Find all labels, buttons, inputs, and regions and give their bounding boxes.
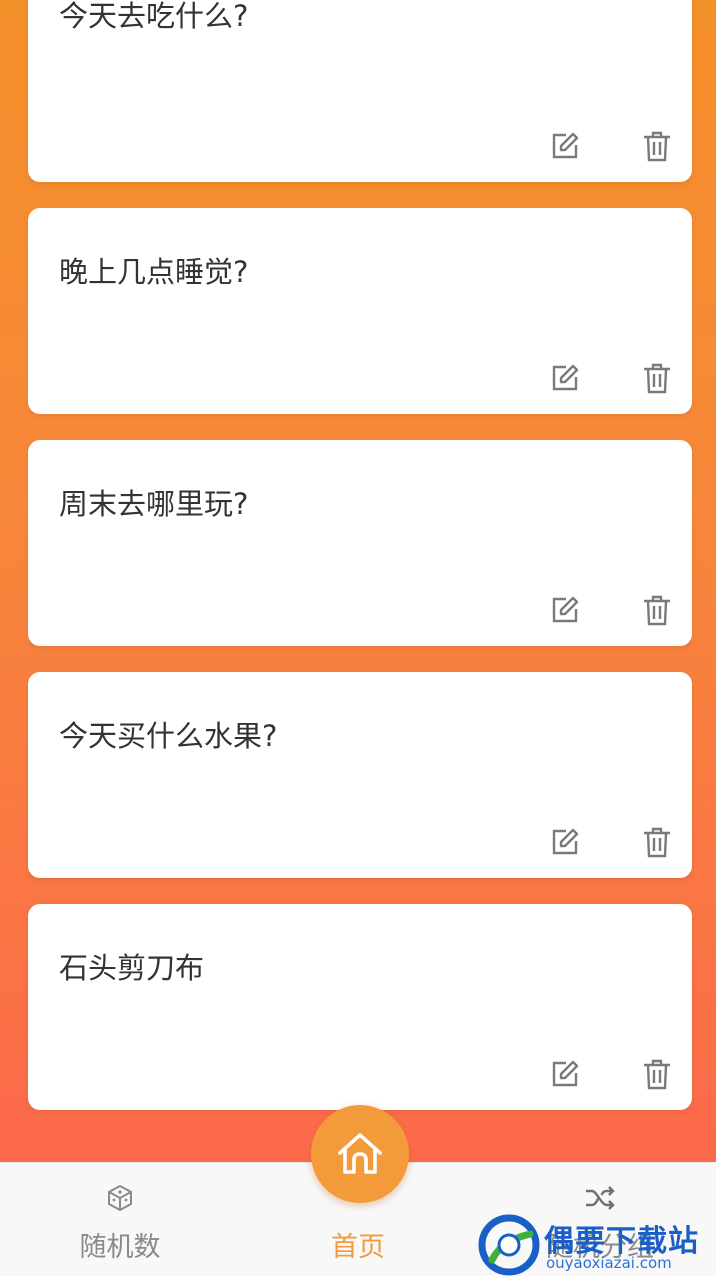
question-card[interactable]: 今天去吃什么? xyxy=(28,0,692,182)
dice-icon xyxy=(108,1185,132,1211)
trash-icon xyxy=(644,827,670,858)
edit-button[interactable] xyxy=(545,590,585,630)
edit-button[interactable] xyxy=(545,822,585,862)
edit-button[interactable] xyxy=(545,358,585,398)
card-title: 今天买什么水果? xyxy=(59,719,278,753)
question-card[interactable]: 晚上几点睡觉? xyxy=(28,208,692,414)
card-title: 晚上几点睡觉? xyxy=(59,255,249,289)
question-card[interactable]: 石头剪刀布 xyxy=(28,904,692,1110)
edit-icon xyxy=(552,596,579,623)
delete-button[interactable] xyxy=(637,590,677,630)
tab-label: 首页 xyxy=(331,1232,385,1263)
shuffle-icon xyxy=(586,1186,615,1210)
edit-icon xyxy=(552,364,579,391)
delete-button[interactable] xyxy=(637,126,677,166)
edit-icon xyxy=(552,1060,579,1087)
trash-icon xyxy=(644,1059,670,1090)
home-fab-button[interactable] xyxy=(311,1105,409,1203)
card-title: 周末去哪里玩? xyxy=(59,487,249,521)
question-card[interactable]: 周末去哪里玩? xyxy=(28,440,692,646)
tab-label: 随机数 xyxy=(79,1232,161,1263)
home-icon xyxy=(338,1133,382,1174)
tab-random-number[interactable]: 随机数 xyxy=(20,1163,220,1276)
delete-button[interactable] xyxy=(637,358,677,398)
edit-button[interactable] xyxy=(545,1054,585,1094)
card-title: 石头剪刀布 xyxy=(59,951,205,985)
trash-icon xyxy=(644,363,670,394)
trash-icon xyxy=(644,595,670,626)
edit-icon xyxy=(552,828,579,855)
delete-button[interactable] xyxy=(637,822,677,862)
watermark-logo-icon xyxy=(478,1214,540,1276)
question-card[interactable]: 今天买什么水果? xyxy=(28,672,692,878)
watermark-url: ouyaoxiazai.com xyxy=(546,1254,672,1272)
trash-icon xyxy=(644,131,670,162)
edit-button[interactable] xyxy=(545,126,585,166)
delete-button[interactable] xyxy=(637,1054,677,1094)
card-title: 今天去吃什么? xyxy=(59,0,249,33)
edit-icon xyxy=(552,132,579,159)
watermark: 偶要下载站 ouyaoxiazai.com xyxy=(478,1212,716,1276)
